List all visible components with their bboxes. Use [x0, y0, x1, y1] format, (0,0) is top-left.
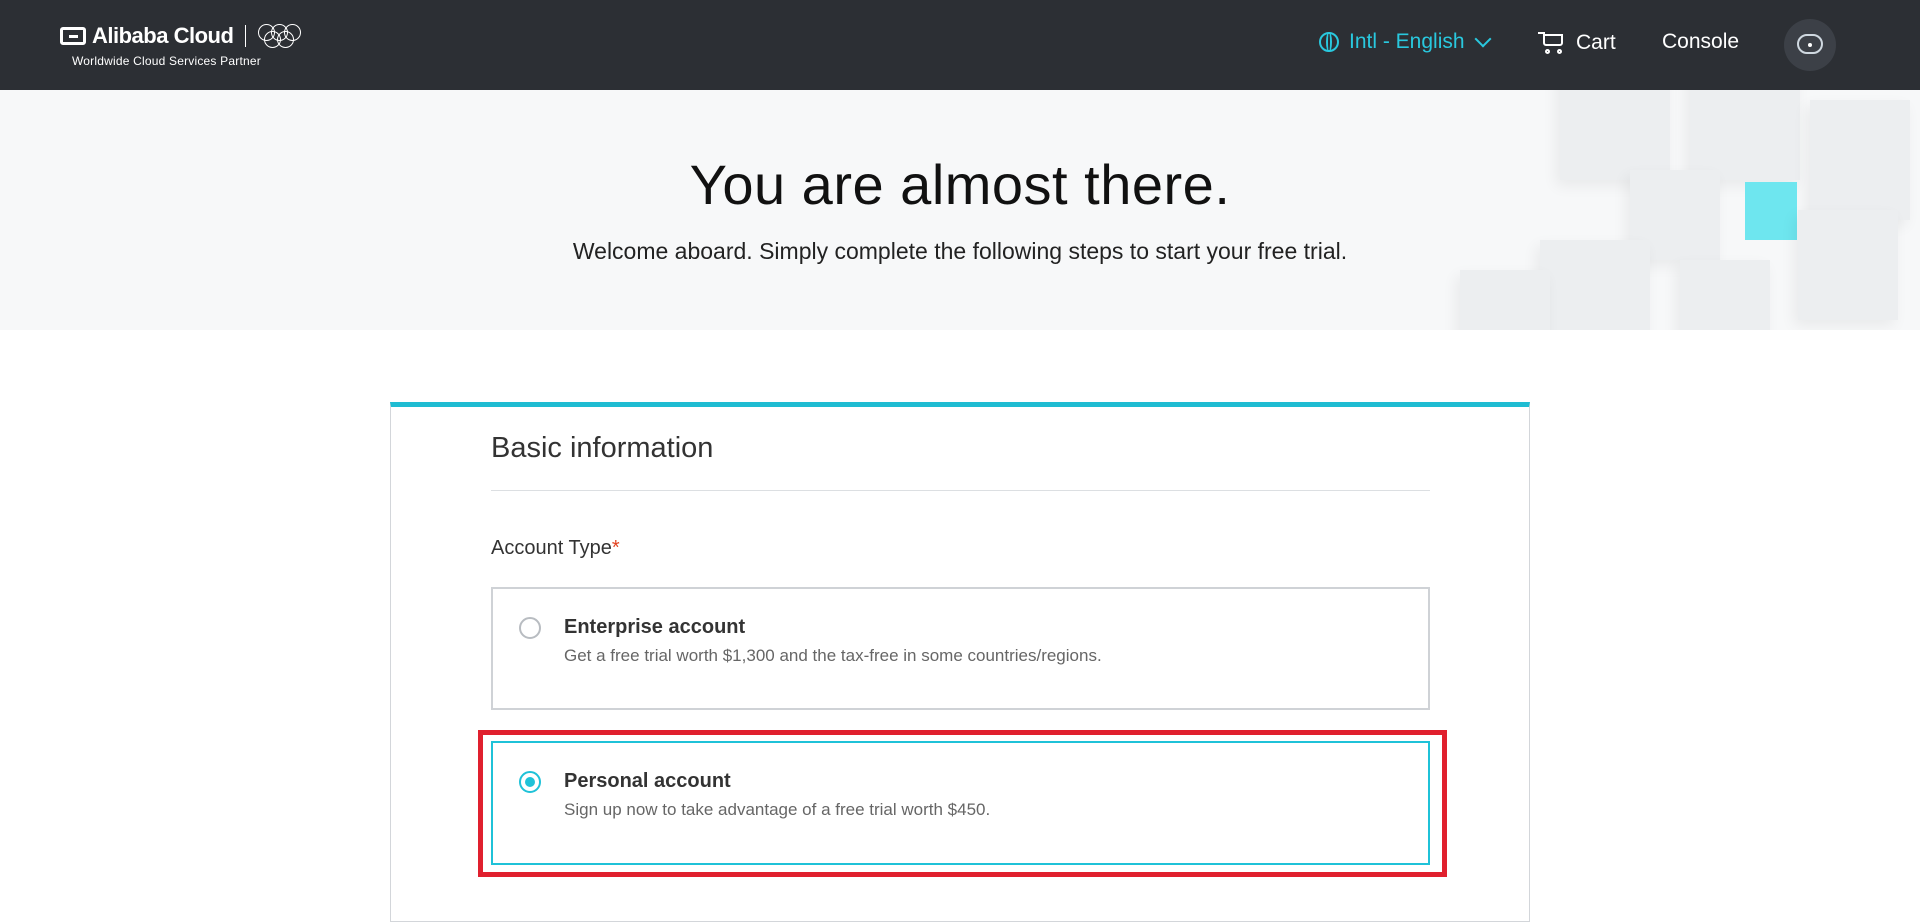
console-link[interactable]: Console — [1662, 30, 1739, 54]
personal-account-option[interactable]: Personal account Sign up now to take adv… — [491, 741, 1430, 865]
globe-icon — [1319, 32, 1339, 52]
hero-banner: You are almost there. Welcome aboard. Si… — [0, 90, 1920, 330]
enterprise-account-title: Enterprise account — [564, 616, 746, 638]
enterprise-radio-button[interactable] — [519, 617, 541, 639]
section-title: Basic information — [491, 432, 714, 464]
alibaba-cloud-logo[interactable]: Alibaba Cloud Worldwide Cloud Services P… — [60, 22, 314, 68]
logo-divider — [245, 25, 247, 47]
language-label: Intl - English — [1349, 30, 1465, 53]
enterprise-account-option[interactable]: Enterprise account Get a free trial wort… — [491, 587, 1430, 710]
brand-name: Alibaba Cloud — [92, 23, 234, 48]
language-selector[interactable]: Intl - English — [1319, 30, 1492, 54]
top-navigation-bar: Alibaba Cloud Worldwide Cloud Services P… — [0, 0, 1920, 90]
chevron-down-icon — [1474, 30, 1492, 48]
personal-radio-button[interactable] — [519, 771, 541, 793]
enterprise-account-description: Get a free trial worth $1,300 and the ta… — [564, 646, 1102, 665]
cart-label: Cart — [1576, 31, 1616, 54]
cart-icon — [1538, 30, 1568, 56]
olympic-rings-icon — [258, 22, 314, 50]
page-title: You are almost there. — [689, 153, 1231, 216]
account-type-label: Account Type* — [491, 537, 620, 560]
section-divider — [491, 490, 1430, 491]
user-avatar-icon[interactable] — [1784, 19, 1836, 71]
brand-tagline: Worldwide Cloud Services Partner — [72, 54, 261, 68]
page-subtitle: Welcome aboard. Simply complete the foll… — [572, 238, 1348, 264]
cart-link[interactable]: Cart — [1538, 30, 1616, 56]
personal-account-title: Personal account — [564, 770, 731, 792]
account-type-label-text: Account Type — [491, 537, 612, 559]
alibaba-logo-icon — [60, 27, 86, 45]
personal-account-description: Sign up now to take advantage of a free … — [564, 800, 991, 819]
required-indicator: * — [611, 537, 620, 559]
